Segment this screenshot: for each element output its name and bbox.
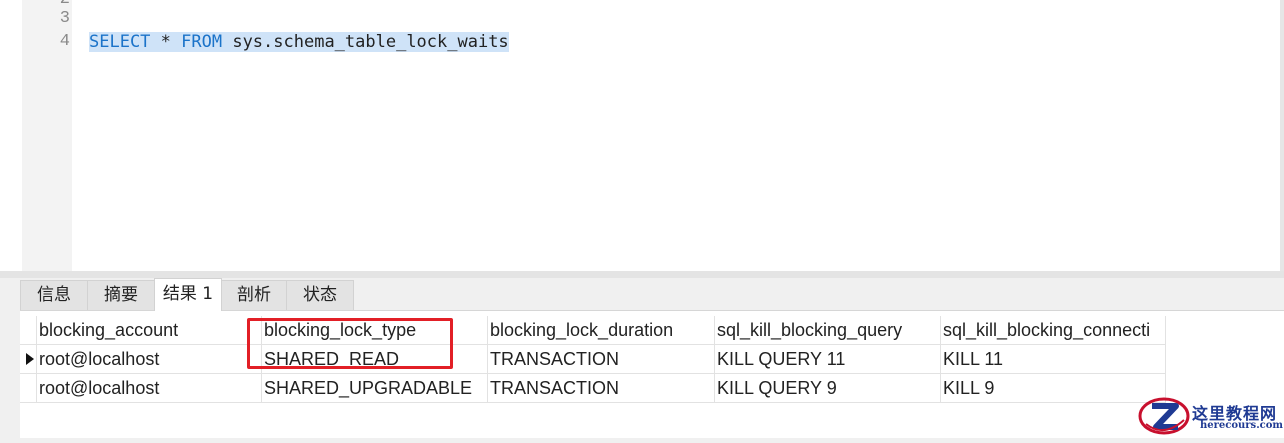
- sql-statement[interactable]: SELECT * FROM sys.schema_table_lock_wait…: [89, 31, 509, 53]
- tab-profile[interactable]: 剖析: [221, 280, 287, 310]
- sql-keyword-from: FROM: [181, 32, 223, 52]
- sql-keyword-select: SELECT: [89, 32, 151, 52]
- row-indicator-header: [20, 316, 37, 345]
- watermark-logo-icon: [1138, 397, 1190, 435]
- column-header[interactable]: sql_kill_blocking_query: [714, 316, 941, 345]
- row-indicator: [20, 373, 37, 403]
- editor-scrollbar[interactable]: [1280, 0, 1284, 271]
- sql-star: *: [150, 32, 182, 52]
- column-header[interactable]: blocking_lock_duration: [487, 316, 715, 345]
- column-header[interactable]: sql_kill_blocking_connecti: [940, 316, 1166, 345]
- table-cell[interactable]: KILL QUERY 11: [714, 344, 941, 374]
- table-cell[interactable]: SHARED_READ: [261, 344, 488, 374]
- tab-status[interactable]: 状态: [286, 280, 354, 310]
- sql-editor[interactable]: 2 3 4 SELECT * FROM sys.schema_table_loc…: [0, 0, 1284, 271]
- row-indicator: [20, 344, 37, 374]
- table-row[interactable]: root@localhost SHARED_READ TRANSACTION K…: [20, 344, 1166, 374]
- column-header[interactable]: blocking_lock_type: [261, 316, 488, 345]
- result-grid-panel: blocking_account blocking_lock_type bloc…: [20, 311, 1284, 438]
- table-cell[interactable]: KILL 11: [940, 344, 1166, 374]
- watermark-subtitle: herecours.com: [1200, 420, 1284, 431]
- table-cell[interactable]: root@localhost: [36, 344, 262, 374]
- grid-header-row: blocking_account blocking_lock_type bloc…: [20, 316, 1166, 345]
- watermark-logo: 这里教程网 herecours.com: [1136, 394, 1284, 438]
- result-grid: blocking_account blocking_lock_type bloc…: [20, 316, 1166, 403]
- sql-table-name: sys.schema_table_lock_waits: [222, 32, 509, 52]
- tab-info[interactable]: 信息: [20, 280, 88, 310]
- table-cell[interactable]: KILL 9: [940, 373, 1166, 403]
- table-cell[interactable]: KILL QUERY 9: [714, 373, 941, 403]
- table-cell[interactable]: SHARED_UPGRADABLE: [261, 373, 488, 403]
- tab-summary[interactable]: 摘要: [87, 280, 155, 310]
- line-number: 3: [59, 9, 70, 28]
- column-header[interactable]: blocking_account: [36, 316, 262, 345]
- line-number: 4: [59, 32, 70, 51]
- table-cell[interactable]: TRANSACTION: [487, 344, 715, 374]
- pane-splitter[interactable]: [0, 271, 1284, 278]
- table-cell[interactable]: root@localhost: [36, 373, 262, 403]
- current-row-arrow-icon: [26, 353, 34, 365]
- editor-left-margin: [0, 0, 22, 271]
- result-tabs: 信息 摘要 结果 1 剖析 状态: [20, 278, 1284, 311]
- table-cell[interactable]: TRANSACTION: [487, 373, 715, 403]
- tab-result-1[interactable]: 结果 1: [154, 278, 222, 311]
- table-row[interactable]: root@localhost SHARED_UPGRADABLE TRANSAC…: [20, 373, 1166, 403]
